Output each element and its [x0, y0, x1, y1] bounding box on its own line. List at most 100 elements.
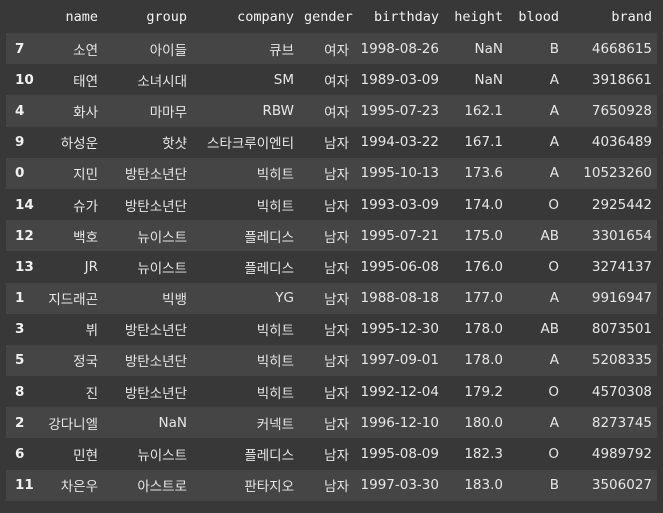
cell-name: 정국: [73, 354, 98, 371]
cell-company: 판타지오: [244, 479, 294, 496]
table-row: 0 지민 방탄소년단 빅히트 남자 1995-10-13 173.6 A 10523260: [6, 157, 657, 189]
cell-height: 180.0: [464, 414, 503, 431]
cell-gender: 여자: [324, 42, 349, 59]
table-row: 5 정국 방탄소년단 빅히트 남자 1997-09-01 178.0 A 5208335: [6, 344, 657, 377]
cell-blood: A: [549, 134, 559, 151]
cell-group: 방탄소년단: [124, 385, 187, 402]
cell-height: 178.0: [464, 321, 503, 338]
cell-name: 강다니엘: [48, 416, 98, 433]
cell-group: 방탄소년단: [124, 167, 187, 184]
cell-birthday: 1992-12-04: [360, 383, 439, 400]
row-index-cell: 4: [15, 102, 25, 119]
cell-height: 174.0: [464, 196, 503, 213]
row-index-cell: 3: [15, 321, 25, 338]
cell-birthday: 1995-10-13: [360, 165, 439, 182]
cell-birthday: 1988-08-18: [360, 290, 439, 307]
cell-name: 백호: [73, 229, 98, 246]
table-row: 11 차은우 아스트로 판타지오 남자 1997-03-30 183.0 B 3506027: [6, 469, 657, 501]
table-row: 7 소연 아이들 큐브 여자 1998-08-26 NaN B 4668615: [6, 33, 657, 65]
cell-company: 빅히트: [256, 385, 294, 402]
table-row: 13 JR 뉴이스트 플레디스 남자 1995-06-08 176.0 O 3274137: [6, 251, 657, 283]
cell-gender: 남자: [324, 448, 349, 465]
cell-brand: 4989792: [591, 446, 652, 463]
cell-brand: 7650928: [591, 102, 652, 119]
cell-birthday: 1998-08-26: [360, 40, 439, 57]
cell-blood: B: [549, 40, 559, 57]
cell-brand: 8073501: [591, 321, 652, 338]
column-header-index: [6, 0, 42, 33]
cell-company: RBW: [262, 102, 294, 119]
row-index-cell: 1: [15, 290, 25, 307]
cell-height: 173.6: [464, 165, 503, 182]
cell-group: 뉴이스트: [137, 229, 187, 246]
cell-group: 마마무: [149, 104, 187, 121]
cell-name: 차은우: [60, 479, 98, 496]
row-index-cell: 5: [15, 352, 25, 369]
cell-name: JR: [84, 258, 98, 275]
cell-company: 플레디스: [244, 448, 294, 465]
cell-birthday: 1995-07-23: [360, 102, 439, 119]
cell-brand: 5208335: [591, 352, 652, 369]
cell-group: 방탄소년단: [124, 323, 187, 340]
cell-height: 175.0: [464, 227, 503, 244]
cell-height: NaN: [474, 71, 503, 88]
cell-birthday: 1995-07-21: [360, 227, 439, 244]
cell-height: NaN: [474, 40, 503, 57]
cell-company: YG: [275, 290, 294, 307]
cell-blood: AB: [540, 227, 560, 244]
cell-blood: A: [549, 102, 559, 119]
cell-birthday: 1995-06-08: [360, 258, 439, 275]
cell-group: 빅뱅: [162, 292, 187, 309]
row-index-cell: 10: [15, 71, 34, 88]
column-header-blood: blood: [518, 8, 559, 25]
cell-brand: 4036489: [591, 134, 652, 151]
table-row: 14 슈가 방탄소년단 빅히트 남자 1993-03-09 174.0 O 2925442: [6, 188, 657, 221]
cell-group: 방탄소년단: [124, 354, 187, 371]
cell-gender: 남자: [324, 167, 349, 184]
cell-group: 뉴이스트: [137, 260, 187, 277]
dataframe-output: name group company gender birthday height bloo…: [0, 0, 663, 513]
cell-brand: 2925442: [591, 196, 652, 213]
table-row: 4 화사 마마무 RBW 여자 1995-07-23 162.1 A 7650928: [6, 95, 657, 127]
cell-group: 뉴이스트: [137, 448, 187, 465]
cell-brand: 8273745: [591, 414, 652, 431]
table-row: 6 민현 뉴이스트 플레디스 남자 1995-08-09 182.3 O 4989792: [6, 438, 657, 470]
cell-birthday: 1993-03-09: [360, 196, 439, 213]
cell-company: 빅히트: [256, 323, 294, 340]
row-index-cell: 9: [15, 134, 25, 151]
cell-gender: 남자: [324, 198, 349, 215]
cell-group: 아스트로: [137, 479, 187, 496]
cell-company: 커넥트: [256, 416, 294, 433]
cell-height: 182.3: [464, 446, 503, 463]
cell-company: 빅히트: [256, 354, 294, 371]
column-header-height: height: [454, 8, 503, 25]
cell-brand: 3918661: [591, 71, 652, 88]
cell-birthday: 1989-03-09: [360, 71, 439, 88]
row-index-cell: 7: [15, 40, 25, 57]
cell-height: 167.1: [464, 134, 503, 151]
cell-height: 176.0: [464, 258, 503, 275]
cell-group: 소녀시대: [137, 73, 187, 90]
cell-gender: 남자: [324, 385, 349, 402]
row-index-cell: 8: [15, 383, 25, 400]
cell-blood: AB: [540, 321, 560, 338]
cell-height: 162.1: [464, 102, 503, 119]
cell-gender: 남자: [324, 229, 349, 246]
cell-gender: 여자: [324, 104, 349, 121]
cell-blood: O: [548, 258, 559, 275]
table-row: 8 진 방탄소년단 빅히트 남자 1992-12-04 179.2 O 4570308: [6, 376, 657, 408]
table-row: 10 태연 소녀시대 SM 여자 1989-03-09 NaN A 3918661: [6, 64, 657, 96]
cell-height: 183.0: [464, 477, 503, 494]
dataframe-table: name group company gender birthday height bloo…: [6, 0, 657, 501]
row-index-cell: 0: [15, 165, 25, 182]
cell-brand: 3506027: [591, 477, 652, 494]
cell-name: 지민: [73, 167, 98, 184]
column-header-birthday: birthday: [373, 8, 439, 25]
table-row: 1 지드래곤 빅뱅 YG 남자 1988-08-18 177.0 A 9916947: [6, 282, 657, 314]
cell-gender: 남자: [324, 323, 349, 340]
cell-name: 슈가: [73, 198, 98, 215]
cell-brand: 10523260: [583, 165, 652, 182]
cell-gender: 남자: [324, 416, 349, 433]
cell-company: 빅히트: [256, 198, 294, 215]
table-row: 3 뷔 방탄소년단 빅히트 남자 1995-12-30 178.0 AB 8073501: [6, 313, 657, 345]
